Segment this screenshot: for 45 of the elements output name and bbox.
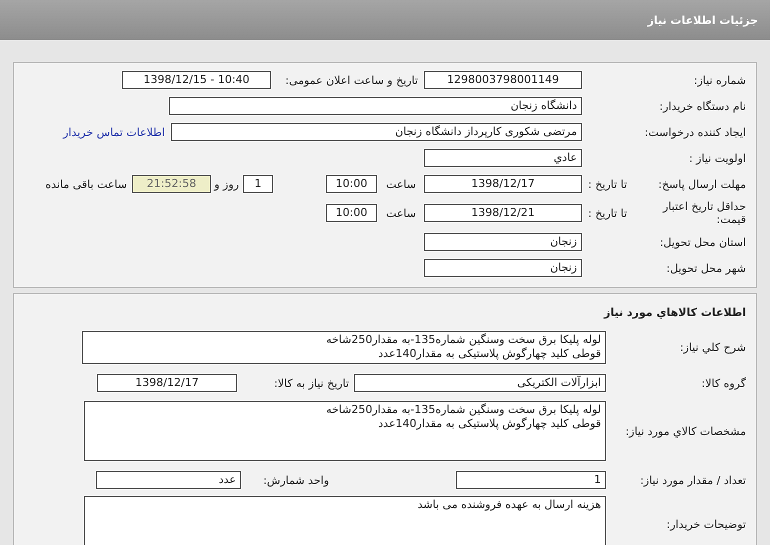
field-label: ساعت <box>385 178 416 190</box>
text-field[interactable]: زنجان <box>424 259 582 277</box>
text-field[interactable]: زنجان <box>424 233 582 251</box>
field-label: مهلت ارسال پاسخ: <box>658 178 746 190</box>
field-label: ساعت باقی مانده <box>45 178 127 190</box>
field-label: مشخصات کالاي مورد نیاز: <box>625 424 746 438</box>
text-field[interactable]: 1398/12/17 <box>97 374 237 392</box>
field-label: شرح کلي نیاز: <box>680 340 746 354</box>
field-label: تاریخ نیاز به کالا: <box>273 376 349 390</box>
field-label: ایجاد کننده درخواست: <box>644 126 746 138</box>
field-label: تاریخ و ساعت اعلان عمومی: <box>284 74 418 86</box>
text-field[interactable]: 1 <box>243 175 273 193</box>
text-field[interactable]: 1398/12/15 - 10:40 <box>122 71 271 89</box>
field-label: حداقل تاریخ اعتبار قیمت: <box>662 200 746 226</box>
text-field[interactable]: عادي <box>424 149 582 167</box>
field-label: نام دستگاه خریدار: <box>659 100 746 112</box>
text-field[interactable]: ابزارآلات الکتریکی <box>354 374 606 392</box>
text-field[interactable]: 10:00 <box>326 204 377 222</box>
field-label: واحد شمارش: <box>262 474 329 486</box>
text-field[interactable]: 1398/12/21 <box>424 204 582 222</box>
page-title: جزئیات اطلاعات نیاز <box>648 14 758 26</box>
contact-link[interactable]: اطلاعات تماس خریدار <box>63 126 165 138</box>
text-field[interactable]: 1298003798001149 <box>424 71 582 89</box>
field-label: تا تاریخ : <box>588 206 627 220</box>
field-label: گروه کالا: <box>702 376 746 390</box>
description-area[interactable]: لوله پلیکا برق سخت وسنگین شماره135-به مقدار250شاخه قوطی کلید چهارگوش پلاستیکی به مقدار140عدد <box>82 330 606 364</box>
field-label: ساعت <box>385 206 416 220</box>
text-field[interactable]: 1398/12/17 <box>424 175 582 193</box>
field-label: استان محل تحویل: <box>660 236 746 248</box>
text-field[interactable]: عدد <box>96 471 241 489</box>
section-title: اطلاعات کالاهاي مورد نیاز <box>604 306 747 318</box>
text-field[interactable]: 21:52:58 <box>132 175 211 193</box>
field-label: شهر محل تحویل: <box>666 262 746 274</box>
text-field[interactable]: دانشگاه زنجان <box>169 97 582 115</box>
field-label: تا تاریخ : <box>588 178 627 190</box>
text-field[interactable]: مرتضی شکوری کارپرداز دانشگاه زنجان <box>171 123 582 141</box>
specs-area[interactable]: لوله پلیکا برق سخت وسنگین شماره135-به مقدار250شاخه قوطی کلید چهارگوش پلاستیکی به مقدار140عدد <box>84 401 606 461</box>
field-label: توضیحات خریدار: <box>666 518 746 531</box>
field-label: شماره نیاز: <box>694 74 746 86</box>
notes-area[interactable]: هزینه ارسال به عهده فروشنده می باشد <box>84 496 606 545</box>
text-field[interactable]: 1 <box>456 471 606 489</box>
field-label: تعداد / مقدار مورد نیاز: <box>640 474 746 486</box>
field-label: روز و <box>212 178 239 190</box>
text-field[interactable]: 10:00 <box>326 175 377 193</box>
field-label: اولویت نیاز : <box>688 152 746 164</box>
